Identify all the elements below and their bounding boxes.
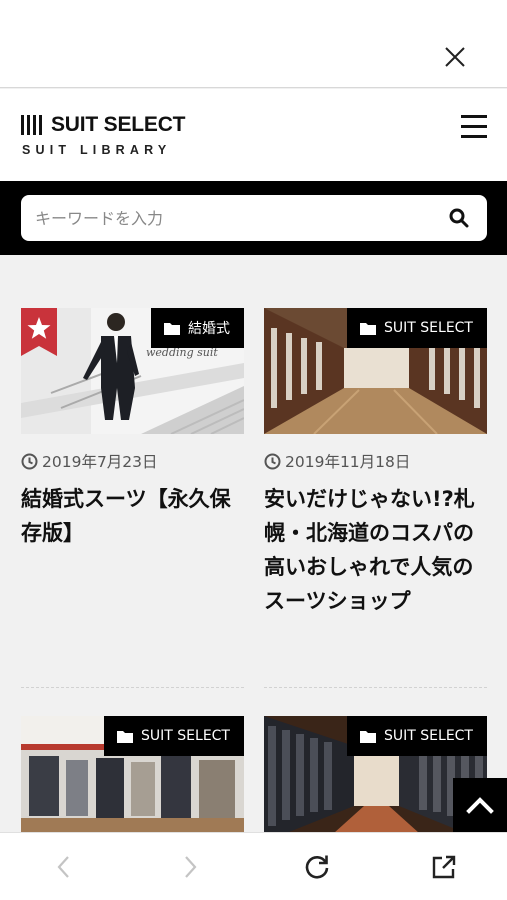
folder-icon (164, 322, 180, 335)
category-badge[interactable]: SUIT SELECT (104, 716, 244, 756)
forward-button[interactable] (176, 853, 204, 881)
article-thumbnail: SUIT SELECT (21, 716, 244, 832)
article-title[interactable]: 安いだけじゃない!?札幌・北海道のコスパの高いおしゃれで人気のスーツショップ (264, 482, 487, 618)
open-external-icon (432, 855, 456, 879)
search-box (21, 195, 487, 241)
category-badge[interactable]: 結婚式 (151, 308, 244, 348)
brand-subtitle: SUIT LIBRARY (22, 143, 172, 157)
article-date: 2019年11月18日 (264, 450, 487, 472)
article-card[interactable]: SUIT SELECT (21, 716, 244, 832)
search-input[interactable] (35, 195, 435, 241)
site-header: SUIT SELECT SUIT LIBRARY (0, 89, 507, 181)
article-thumbnail: wedding suit 結婚式 (21, 308, 244, 434)
clock-icon (264, 453, 281, 469)
close-icon (445, 47, 465, 67)
featured-star-badge (21, 308, 57, 356)
browser-bottom-bar (0, 832, 507, 900)
search-icon (449, 208, 469, 228)
folder-icon (117, 730, 134, 743)
article-date: 2019年7月23日 (21, 450, 244, 472)
category-label: 結婚式 (188, 321, 230, 337)
category-badge[interactable]: SUIT SELECT (347, 308, 487, 348)
category-badge[interactable]: SUIT SELECT (347, 716, 487, 756)
reload-icon (305, 855, 329, 879)
date-text: 2019年7月23日 (42, 453, 158, 471)
chevron-up-icon (466, 797, 494, 814)
webview-top-bar (0, 0, 507, 88)
article-card[interactable]: SUIT SELECT 2019年11月18日 安いだけじゃない!?札幌・北海道… (264, 308, 487, 618)
reload-button[interactable] (303, 853, 331, 881)
search-bar (0, 181, 507, 255)
chevron-left-icon (57, 856, 69, 878)
category-label: SUIT SELECT (141, 728, 230, 744)
open-external-button[interactable] (430, 853, 458, 881)
chevron-right-icon (185, 856, 197, 878)
folder-icon (360, 322, 377, 335)
date-text: 2019年11月18日 (285, 453, 411, 471)
back-button[interactable] (50, 853, 78, 881)
search-button[interactable] (449, 208, 469, 228)
article-card[interactable]: wedding suit 結婚式 2019年7月23日 結婚式スーツ【永久保存版… (21, 308, 244, 550)
folder-icon (360, 730, 377, 743)
close-button[interactable] (443, 45, 467, 69)
clock-icon (21, 453, 38, 469)
article-thumbnail: SUIT SELECT (264, 308, 487, 434)
article-grid: wedding suit 結婚式 2019年7月23日 結婚式スーツ【永久保存版… (0, 255, 507, 832)
category-label: SUIT SELECT (384, 320, 473, 336)
brand-name: SUIT SELECT (51, 113, 186, 136)
scroll-to-top-button[interactable] (453, 778, 507, 832)
hamburger-menu-icon[interactable] (461, 115, 487, 139)
category-label: SUIT SELECT (384, 728, 473, 744)
suit-library-logo[interactable]: SUIT SELECT SUIT LIBRARY (21, 113, 186, 157)
row-divider (21, 687, 244, 688)
article-title[interactable]: 結婚式スーツ【永久保存版】 (21, 482, 244, 550)
logo-bars-icon (21, 115, 42, 135)
row-divider (264, 687, 487, 688)
